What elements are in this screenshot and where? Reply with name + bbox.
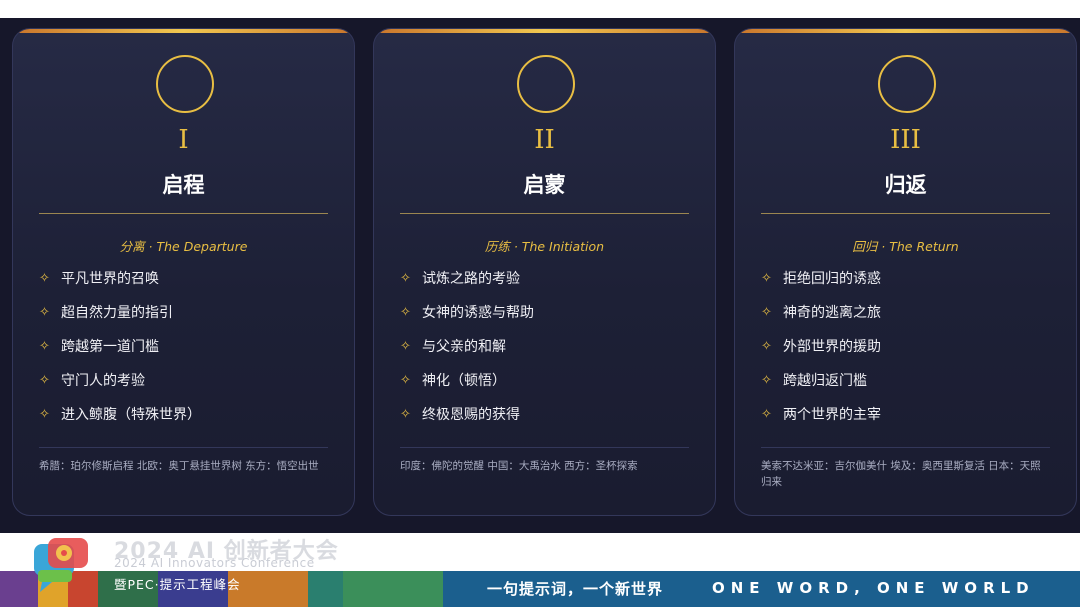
list-item: ✧ 神化（顿悟）: [400, 370, 534, 404]
list-item: ✧ 守门人的考验: [39, 370, 201, 404]
list-item: ✧ 女神的诱惑与帮助: [400, 302, 534, 336]
title-divider: [400, 213, 689, 214]
stage-numeral: I: [178, 125, 189, 155]
stage-numeral: III: [890, 125, 921, 155]
slogan-english: ONE WORD, ONE WORLD: [712, 579, 1035, 597]
stage-subtitle: 历练 · The Initiation: [484, 239, 605, 254]
list-item: ✧ 与父亲的和解: [400, 336, 534, 370]
slide: I 启程 分离 · The Departure ✧ 平凡世界的召唤 ✧ 超自然力量的…: [0, 18, 1080, 533]
sparkle-icon: ✧: [400, 407, 411, 422]
stage-title: 启蒙: [523, 173, 566, 197]
list-item: ✧ 外部世界的援助: [761, 336, 881, 370]
footer-divider: [400, 447, 689, 448]
sparkle-icon: ✧: [39, 373, 50, 388]
list-item: ✧ 超自然力量的指引: [39, 302, 201, 336]
circle-icon: [156, 55, 214, 113]
sparkle-icon: ✧: [761, 339, 772, 354]
title-divider: [39, 213, 328, 214]
circle-icon: [517, 55, 575, 113]
stage-steps-list: ✧ 拒绝回归的诱惑 ✧ 神奇的逃离之旅 ✧ 外部世界的援助 ✧ 跨越归返门槛 ✧ 两个世界…: [761, 268, 881, 438]
stage-steps-list: ✧ 试炼之路的考验 ✧ 女神的诱惑与帮助 ✧ 与父亲的和解 ✧ 神化（顿悟） ✧ 终极恩赐…: [400, 268, 534, 438]
list-item: ✧ 两个世界的主宰: [761, 404, 881, 438]
card-top-accent: [735, 29, 1076, 33]
sparkle-icon: ✧: [39, 271, 50, 286]
list-item: ✧ 跨越第一道门槛: [39, 336, 201, 370]
sparkle-icon: ✧: [761, 305, 772, 320]
sparkle-icon: ✧: [761, 373, 772, 388]
conference-title-en: 2024 AI Innovators Conference: [114, 556, 315, 570]
stage-numeral: II: [534, 125, 555, 155]
sparkle-icon: ✧: [400, 339, 411, 354]
slogan-chinese: 一句提示词，一个新世界: [487, 580, 664, 598]
list-item: ✧ 跨越归返门槛: [761, 370, 881, 404]
stage-subtitle: 分离 · The Departure: [119, 239, 248, 254]
sparkle-icon: ✧: [400, 271, 411, 286]
stage-card-departure: I 启程 分离 · The Departure ✧ 平凡世界的召唤 ✧ 超自然力量的…: [12, 28, 355, 516]
stage-steps-list: ✧ 平凡世界的召唤 ✧ 超自然力量的指引 ✧ 跨越第一道门槛 ✧ 守门人的考验 ✧ 进入鲸…: [39, 268, 201, 438]
sparkle-icon: ✧: [761, 407, 772, 422]
conference-logo-icon: [32, 536, 92, 594]
stage-card-initiation: II 启蒙 历练 · The Initiation ✧ 试炼之路的考验 ✧ 女神的诱…: [373, 28, 716, 516]
sparkle-icon: ✧: [39, 407, 50, 422]
stage-title: 启程: [162, 173, 205, 197]
list-item: ✧ 试炼之路的考验: [400, 268, 534, 302]
sparkle-icon: ✧: [400, 305, 411, 320]
stage-examples: 印度：佛陀的觉醒 中国：大禹治水 西方：圣杯探索: [400, 460, 638, 472]
card-top-accent: [374, 29, 715, 33]
stage-card-return: III 归返 回归 · The Return ✧ 拒绝回归的诱惑 ✧ 神奇的逃离之旅…: [734, 28, 1077, 516]
footer-divider: [39, 447, 328, 448]
footer-divider: [761, 447, 1050, 448]
list-item: ✧ 终极恩赐的获得: [400, 404, 534, 438]
stage-examples: 希腊：珀尔修斯启程 北欧：奥丁悬挂世界树 东方：悟空出世: [39, 460, 319, 472]
title-divider: [761, 213, 1050, 214]
stage-examples: 美索不达米亚：吉尔伽美什 埃及：奥西里斯复活 日本：天照归来: [761, 460, 1041, 488]
conference-banner: 2024 AI 创新者大会 2024 AI Innovators Confere…: [0, 533, 1080, 607]
list-item: ✧ 平凡世界的召唤: [39, 268, 201, 302]
card-top-accent: [13, 29, 354, 33]
conference-subtitle: 暨PEC·提示工程峰会: [114, 577, 241, 592]
sparkle-icon: ✧: [400, 373, 411, 388]
sparkle-icon: ✧: [39, 305, 50, 320]
list-item: ✧ 进入鲸腹（特殊世界）: [39, 404, 201, 438]
sparkle-icon: ✧: [39, 339, 50, 354]
sparkle-icon: ✧: [761, 271, 772, 286]
stage-title: 归返: [884, 173, 927, 197]
circle-icon: [878, 55, 936, 113]
list-item: ✧ 拒绝回归的诱惑: [761, 268, 881, 302]
stage-subtitle: 回归 · The Return: [852, 239, 959, 254]
list-item: ✧ 神奇的逃离之旅: [761, 302, 881, 336]
